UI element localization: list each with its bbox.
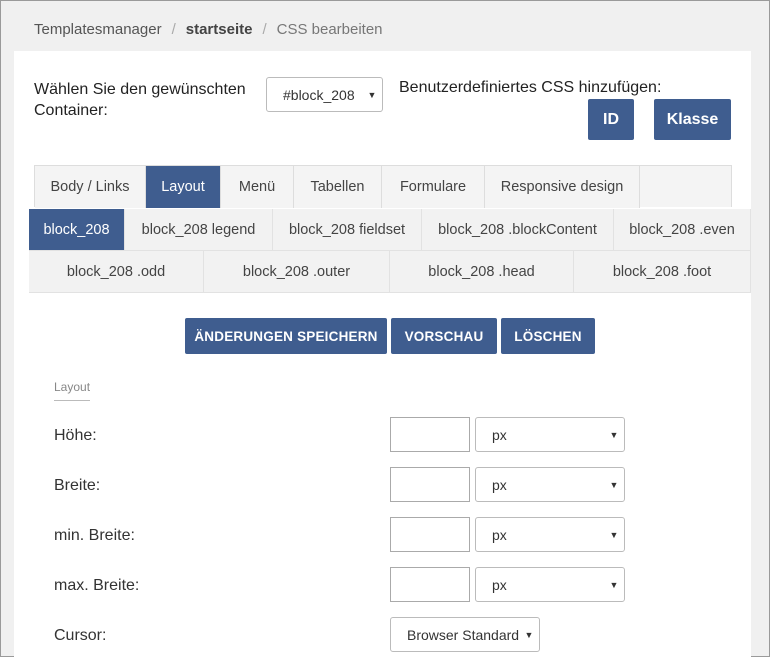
element-subtabs: block_208 block_208 legend block_208 fie… bbox=[29, 209, 751, 293]
breadcrumb-separator: / bbox=[171, 21, 176, 38]
width-unit-select[interactable]: px ▼ bbox=[475, 467, 625, 502]
breadcrumb-current: CSS bearbeiten bbox=[276, 21, 383, 38]
preview-button[interactable]: VORSCHAU bbox=[391, 318, 497, 354]
caret-down-icon: ▼ bbox=[609, 579, 619, 590]
cursor-select[interactable]: Browser Standard ▼ bbox=[390, 617, 540, 652]
main-tabs: Body / Links Layout Menü Tabellen Formul… bbox=[34, 165, 732, 208]
subtabs-row: block_208 block_208 legend block_208 fie… bbox=[29, 209, 751, 251]
tab-menu[interactable]: Menü bbox=[221, 166, 294, 208]
tab-formulare[interactable]: Formulare bbox=[382, 166, 485, 208]
caret-down-icon: ▼ bbox=[609, 529, 619, 540]
breadcrumb-separator: / bbox=[262, 21, 267, 38]
height-unit-select[interactable]: px ▼ bbox=[475, 417, 625, 452]
max-width-unit-value: px bbox=[492, 576, 507, 593]
tab-responsive-design[interactable]: Responsive design bbox=[485, 166, 640, 208]
add-id-button[interactable]: ID bbox=[588, 99, 634, 140]
width-unit-value: px bbox=[492, 476, 507, 493]
max-width-input[interactable] bbox=[390, 567, 470, 602]
height-label: Höhe: bbox=[54, 427, 97, 444]
min-width-input[interactable] bbox=[390, 517, 470, 552]
caret-down-icon: ▼ bbox=[609, 479, 619, 490]
width-label: Breite: bbox=[54, 477, 101, 494]
tab-layout[interactable]: Layout bbox=[146, 166, 221, 208]
add-class-button[interactable]: Klasse bbox=[654, 99, 731, 140]
max-width-unit-select[interactable]: px ▼ bbox=[475, 567, 625, 602]
height-unit-value: px bbox=[492, 426, 507, 443]
breadcrumb: Templatesmanager / startseite / CSS bear… bbox=[34, 21, 383, 38]
delete-button[interactable]: LÖSCHEN bbox=[501, 318, 595, 354]
cursor-label: Cursor: bbox=[54, 627, 107, 644]
container-select[interactable]: #block_208 ▼ bbox=[266, 77, 383, 112]
subtabs-row: block_208 .odd block_208 .outer block_20… bbox=[29, 251, 751, 293]
subtab-even[interactable]: block_208 .even bbox=[614, 209, 751, 250]
max-width-label: max. Breite: bbox=[54, 577, 140, 594]
tab-tabellen[interactable]: Tabellen bbox=[294, 166, 382, 208]
min-width-unit-value: px bbox=[492, 526, 507, 543]
subtab-outer[interactable]: block_208 .outer bbox=[204, 251, 390, 292]
breadcrumb-root-link[interactable]: Templatesmanager bbox=[34, 21, 162, 38]
container-select-value: #block_208 bbox=[283, 86, 355, 103]
caret-down-icon: ▼ bbox=[524, 629, 534, 640]
caret-down-icon: ▼ bbox=[609, 429, 619, 440]
min-width-label: min. Breite: bbox=[54, 527, 135, 544]
subtab-fieldset[interactable]: block_208 fieldset bbox=[273, 209, 422, 250]
save-button[interactable]: ÄNDERUNGEN SPEICHERN bbox=[185, 318, 387, 354]
subtab-block[interactable]: block_208 bbox=[29, 209, 125, 250]
cursor-select-value: Browser Standard bbox=[407, 626, 519, 643]
caret-down-icon: ▼ bbox=[367, 89, 377, 100]
subtab-head[interactable]: block_208 .head bbox=[390, 251, 574, 292]
breadcrumb-template-link[interactable]: startseite bbox=[186, 21, 253, 38]
custom-css-label: Benutzerdefiniertes CSS hinzufügen: bbox=[399, 79, 662, 96]
tab-body-links[interactable]: Body / Links bbox=[35, 166, 146, 208]
main-panel: Wählen Sie den gewünschten Container: #b… bbox=[14, 51, 751, 657]
height-input[interactable] bbox=[390, 417, 470, 452]
subtab-foot[interactable]: block_208 .foot bbox=[574, 251, 751, 292]
subtab-blockcontent[interactable]: block_208 .blockContent bbox=[422, 209, 614, 250]
subtab-odd[interactable]: block_208 .odd bbox=[29, 251, 204, 292]
app-window: Templatesmanager / startseite / CSS bear… bbox=[0, 0, 770, 657]
section-title: Layout bbox=[54, 380, 91, 401]
subtab-legend[interactable]: block_208 legend bbox=[125, 209, 273, 250]
width-input[interactable] bbox=[390, 467, 470, 502]
min-width-unit-select[interactable]: px ▼ bbox=[475, 517, 625, 552]
container-label: Wählen Sie den gewünschten Container: bbox=[34, 81, 246, 119]
